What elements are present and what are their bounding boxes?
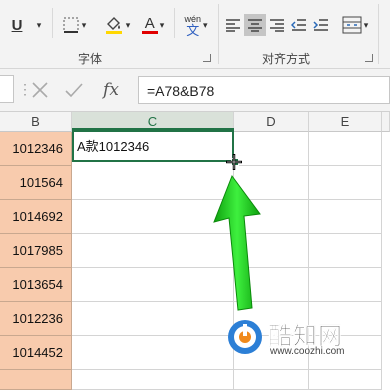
- cell-c1-active[interactable]: A款1012346: [72, 128, 234, 162]
- watermark: 酷知网 www.coozhi.com: [226, 316, 390, 366]
- name-box-edge: [0, 75, 14, 103]
- column-header-e[interactable]: E: [309, 112, 382, 132]
- cell-d8[interactable]: [234, 370, 309, 390]
- align-right-button[interactable]: [266, 14, 288, 36]
- cell-e3[interactable]: [309, 200, 382, 234]
- formula-input[interactable]: =A78&B78: [138, 76, 390, 104]
- column-header-f[interactable]: [382, 112, 390, 132]
- cell-e1[interactable]: [309, 132, 382, 166]
- alignment-group-label: 对齐方式: [262, 52, 311, 66]
- merge-center-button[interactable]: ▾: [338, 12, 372, 38]
- fx-icon: fx: [103, 80, 119, 100]
- cell-b6[interactable]: 1012236: [0, 302, 72, 336]
- font-group-label: 字体: [78, 52, 103, 66]
- merge-cells-icon: [342, 16, 362, 34]
- increase-indent-icon: [313, 19, 328, 31]
- decrease-indent-button[interactable]: [288, 14, 310, 36]
- column-header-d[interactable]: D: [234, 112, 309, 132]
- crosshair-cursor-icon: [226, 154, 242, 170]
- cell-e5[interactable]: [309, 268, 382, 302]
- cell-b4[interactable]: 1017985: [0, 234, 72, 268]
- align-left-icon: [226, 19, 240, 32]
- border-button[interactable]: ▾: [58, 14, 90, 36]
- underline-icon: U: [11, 16, 23, 34]
- cell-d1[interactable]: [234, 132, 309, 166]
- formula-text: =A78&B78: [147, 83, 215, 99]
- cell-b1[interactable]: 1012346: [0, 132, 72, 166]
- cell-b8[interactable]: [0, 370, 72, 390]
- insert-function-button[interactable]: fx: [96, 77, 126, 103]
- increase-indent-button[interactable]: [310, 14, 332, 36]
- green-arrow-icon: [213, 174, 261, 311]
- fill-bucket-icon: [105, 17, 122, 34]
- cell-e2[interactable]: [309, 166, 382, 200]
- enter-button[interactable]: [60, 77, 88, 103]
- font-dialog-launcher[interactable]: [203, 54, 211, 62]
- align-center-button[interactable]: [244, 14, 266, 36]
- cell-b5[interactable]: 1013654: [0, 268, 72, 302]
- ribbon: U ▾ ▾ ▾ A ▾ wén 文 ▾ 字体 ▾ 对齐方式: [0, 0, 390, 69]
- cell-e4[interactable]: [309, 234, 382, 268]
- cell-b7[interactable]: 1014452: [0, 336, 72, 370]
- cell-b3[interactable]: 1014692: [0, 200, 72, 234]
- align-right-icon: [270, 19, 284, 32]
- check-icon: [65, 83, 83, 98]
- underline-button[interactable]: U: [2, 14, 32, 36]
- coozhi-logo-icon: [228, 320, 262, 354]
- cell-c7[interactable]: [72, 336, 234, 370]
- alignment-dialog-launcher[interactable]: [365, 54, 373, 62]
- fill-color-button[interactable]: ▾: [100, 12, 134, 38]
- font-color-icon: A: [141, 16, 158, 34]
- underline-dropdown[interactable]: ▾: [32, 14, 46, 36]
- align-left-button[interactable]: [222, 14, 244, 36]
- decrease-indent-icon: [291, 19, 306, 31]
- cancel-button[interactable]: [26, 77, 54, 103]
- phonetic-icon: wén 文: [184, 14, 201, 38]
- cell-e8[interactable]: [309, 370, 382, 390]
- cell-c8[interactable]: [72, 370, 234, 390]
- cancel-icon: [32, 82, 48, 98]
- border-icon: [63, 17, 79, 33]
- font-color-button[interactable]: A ▾: [136, 12, 170, 38]
- cell-b2[interactable]: 101564: [0, 166, 72, 200]
- column-header-b[interactable]: B: [0, 112, 72, 132]
- phonetic-button[interactable]: wén 文 ▾: [178, 10, 214, 40]
- align-center-icon: [248, 19, 262, 32]
- watermark-url: www.coozhi.com: [270, 346, 345, 357]
